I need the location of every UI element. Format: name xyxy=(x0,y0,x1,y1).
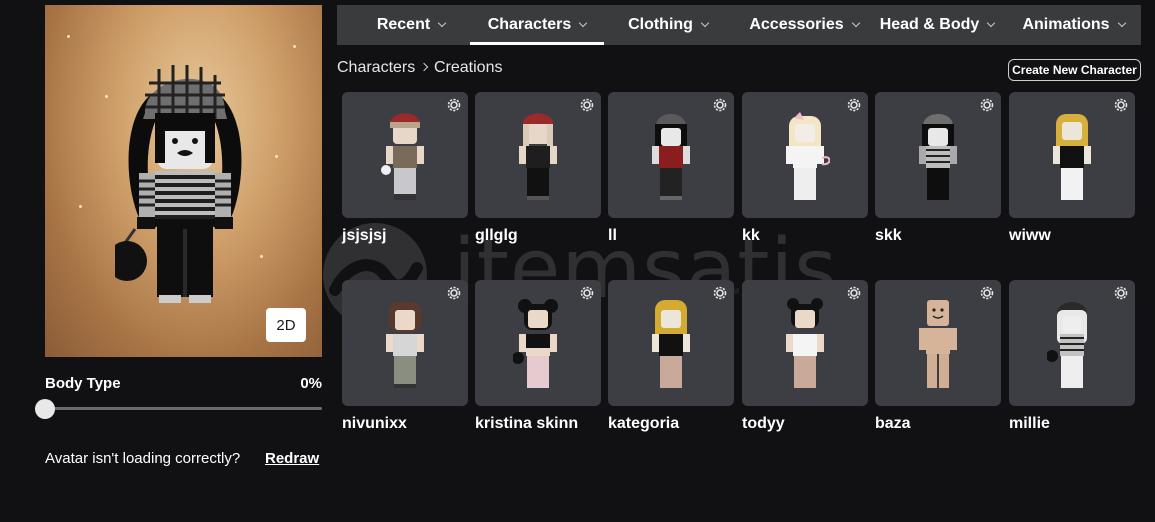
character-thumbnail[interactable] xyxy=(1009,92,1135,218)
character-name: kristina skinn xyxy=(475,415,579,432)
character-thumbnail[interactable] xyxy=(475,280,601,406)
body-type-slider-track[interactable] xyxy=(45,407,322,410)
breadcrumb-characters[interactable]: Characters xyxy=(337,59,415,77)
gear-icon[interactable] xyxy=(979,285,995,301)
breadcrumb-creations: Creations xyxy=(434,59,503,76)
character-card[interactable]: nivunixx xyxy=(342,280,468,432)
gear-icon[interactable] xyxy=(846,285,862,301)
character-card[interactable]: skk xyxy=(875,92,1001,244)
character-figure xyxy=(1047,302,1087,388)
tab-head-body[interactable]: Head & Body xyxy=(872,5,1002,45)
character-thumbnail[interactable] xyxy=(742,280,868,406)
character-card[interactable]: wiww xyxy=(1009,92,1135,244)
character-figure xyxy=(519,113,557,200)
character-card[interactable]: kristina skinn xyxy=(475,280,601,432)
character-name: nivunixx xyxy=(342,415,407,432)
tab-accessories[interactable]: Accessories xyxy=(740,5,868,45)
character-name: jsjsjsj xyxy=(342,227,387,244)
character-card[interactable]: gllglg xyxy=(475,92,601,244)
character-card[interactable]: millie xyxy=(1009,280,1135,432)
tab-label: Recent xyxy=(376,16,431,33)
gear-icon[interactable] xyxy=(1113,285,1129,301)
redraw-link[interactable]: Redraw xyxy=(265,450,319,467)
chevron-down-icon xyxy=(987,18,996,28)
character-thumbnail[interactable] xyxy=(875,280,1001,406)
chevron-down-icon xyxy=(700,18,710,28)
tab-clothing[interactable]: Clothing xyxy=(616,5,720,45)
chevron-down-icon xyxy=(1117,18,1126,28)
character-name: baza xyxy=(875,415,911,432)
tab-label: Animations xyxy=(1022,16,1110,33)
gear-icon[interactable] xyxy=(579,285,595,301)
character-figure xyxy=(786,298,824,388)
character-name: millie xyxy=(1009,415,1050,432)
character-name: skk xyxy=(875,227,902,244)
body-type-slider-thumb[interactable] xyxy=(35,399,55,419)
chevron-down-icon xyxy=(851,18,860,28)
character-figure xyxy=(919,114,957,200)
chevron-down-icon xyxy=(437,18,447,28)
character-thumbnail[interactable] xyxy=(742,92,868,218)
character-thumbnail[interactable] xyxy=(608,92,734,218)
avatar-loading-text: Avatar isn't loading correctly? xyxy=(45,450,241,467)
character-thumbnail[interactable] xyxy=(608,280,734,406)
character-card[interactable]: todyy xyxy=(742,280,868,432)
chevron-down-icon xyxy=(579,18,588,28)
character-name: todyy xyxy=(742,415,785,432)
character-card[interactable]: baza xyxy=(875,280,1001,432)
tab-label: Head & Body xyxy=(879,16,980,33)
character-card[interactable]: jsjsjsj xyxy=(342,92,468,244)
character-figure xyxy=(1053,114,1091,200)
gear-icon[interactable] xyxy=(712,285,728,301)
body-type-value: 0% xyxy=(300,375,322,392)
character-figure xyxy=(513,299,558,388)
tab-characters[interactable]: Characters xyxy=(470,5,604,45)
character-card[interactable]: kategoria xyxy=(608,280,734,432)
character-thumbnail[interactable] xyxy=(342,280,468,406)
character-card[interactable]: ll xyxy=(608,92,734,244)
character-figure xyxy=(919,300,957,388)
character-thumbnail[interactable] xyxy=(1009,280,1135,406)
tab-label: Accessories xyxy=(749,16,844,33)
tab-label: Clothing xyxy=(628,16,693,33)
character-figure xyxy=(652,114,690,200)
gear-icon[interactable] xyxy=(579,97,595,113)
character-figure xyxy=(381,113,424,200)
character-figure xyxy=(652,300,690,388)
character-figure xyxy=(786,112,830,200)
avatar-preview[interactable]: 2D xyxy=(45,5,322,357)
create-new-character-button[interactable]: Create New Character xyxy=(1008,59,1141,81)
character-figure xyxy=(386,302,424,388)
gear-icon[interactable] xyxy=(446,285,462,301)
avatar-figure xyxy=(115,65,242,303)
tab-animations[interactable]: Animations xyxy=(1011,5,1136,45)
body-type-label: Body Type xyxy=(45,375,121,392)
character-thumbnail[interactable] xyxy=(875,92,1001,218)
character-thumbnail[interactable] xyxy=(475,92,601,218)
gear-icon[interactable] xyxy=(1113,97,1129,113)
category-tab-bar: Recent Characters Clothing Accessories H… xyxy=(337,5,1141,45)
gear-icon[interactable] xyxy=(979,97,995,113)
character-name: gllglg xyxy=(475,227,518,244)
character-card[interactable]: kk xyxy=(742,92,868,244)
tab-recent[interactable]: Recent xyxy=(353,5,469,45)
character-thumbnail[interactable] xyxy=(342,92,468,218)
character-name: wiww xyxy=(1009,227,1051,244)
character-name: ll xyxy=(608,227,617,244)
gear-icon[interactable] xyxy=(712,97,728,113)
gear-icon[interactable] xyxy=(846,97,862,113)
tab-label: Characters xyxy=(487,16,572,33)
chevron-right-icon xyxy=(419,62,429,72)
view-2d-toggle[interactable]: 2D xyxy=(266,308,306,342)
character-name: kk xyxy=(742,227,760,244)
character-name: kategoria xyxy=(608,415,680,432)
gear-icon[interactable] xyxy=(446,97,462,113)
